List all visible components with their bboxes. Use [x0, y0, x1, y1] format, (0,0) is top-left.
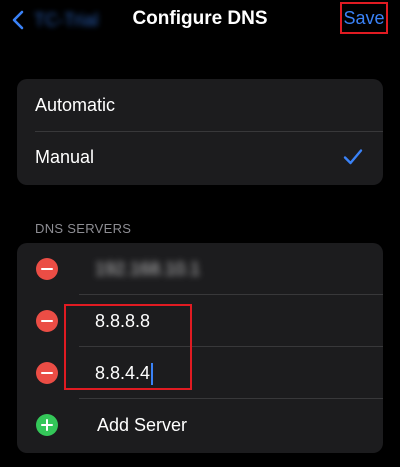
mode-option-automatic[interactable]: Automatic [17, 79, 383, 131]
text-cursor [151, 363, 154, 386]
back-button[interactable]: TC-Trial [8, 6, 98, 34]
server-address-text: 8.8.4.4 [95, 363, 151, 383]
remove-server-button[interactable] [36, 258, 58, 280]
dns-mode-group: Automatic Manual [17, 79, 383, 185]
add-server-label[interactable]: Add Server [97, 413, 187, 437]
server-address-field[interactable]: 192.168.10.1 [77, 257, 345, 281]
remove-server-button[interactable] [36, 362, 58, 384]
remove-server-button[interactable] [36, 310, 58, 332]
minus-icon [41, 372, 53, 374]
server-row: 8.8.8.8 [17, 295, 383, 347]
plus-icon-vertical [46, 419, 48, 431]
section-header-dns-servers: DNS SERVERS [35, 221, 132, 236]
server-address-field-editing[interactable]: 8.8.4.4 [77, 361, 345, 386]
mode-option-manual[interactable]: Manual [17, 131, 383, 183]
server-row: 192.168.10.1 [17, 243, 383, 295]
mode-option-label: Automatic [35, 94, 116, 115]
chevron-left-icon [12, 10, 24, 30]
checkmark-icon [343, 149, 363, 165]
mode-option-label: Manual [35, 146, 95, 167]
server-address-field[interactable]: 8.8.8.8 [77, 309, 345, 333]
dns-servers-group: 192.168.10.1 8.8.8.8 8.8.4.4 Add Server [17, 243, 383, 453]
minus-icon [41, 268, 53, 270]
minus-icon [41, 320, 53, 322]
add-server-button[interactable] [36, 414, 58, 436]
server-row: 8.8.4.4 [17, 347, 383, 399]
navigation-bar: TC-Trial Configure DNS Save [0, 0, 400, 40]
add-server-row[interactable]: Add Server [17, 399, 383, 451]
save-button[interactable]: Save [340, 2, 388, 34]
back-button-label: TC-Trial [34, 9, 99, 30]
